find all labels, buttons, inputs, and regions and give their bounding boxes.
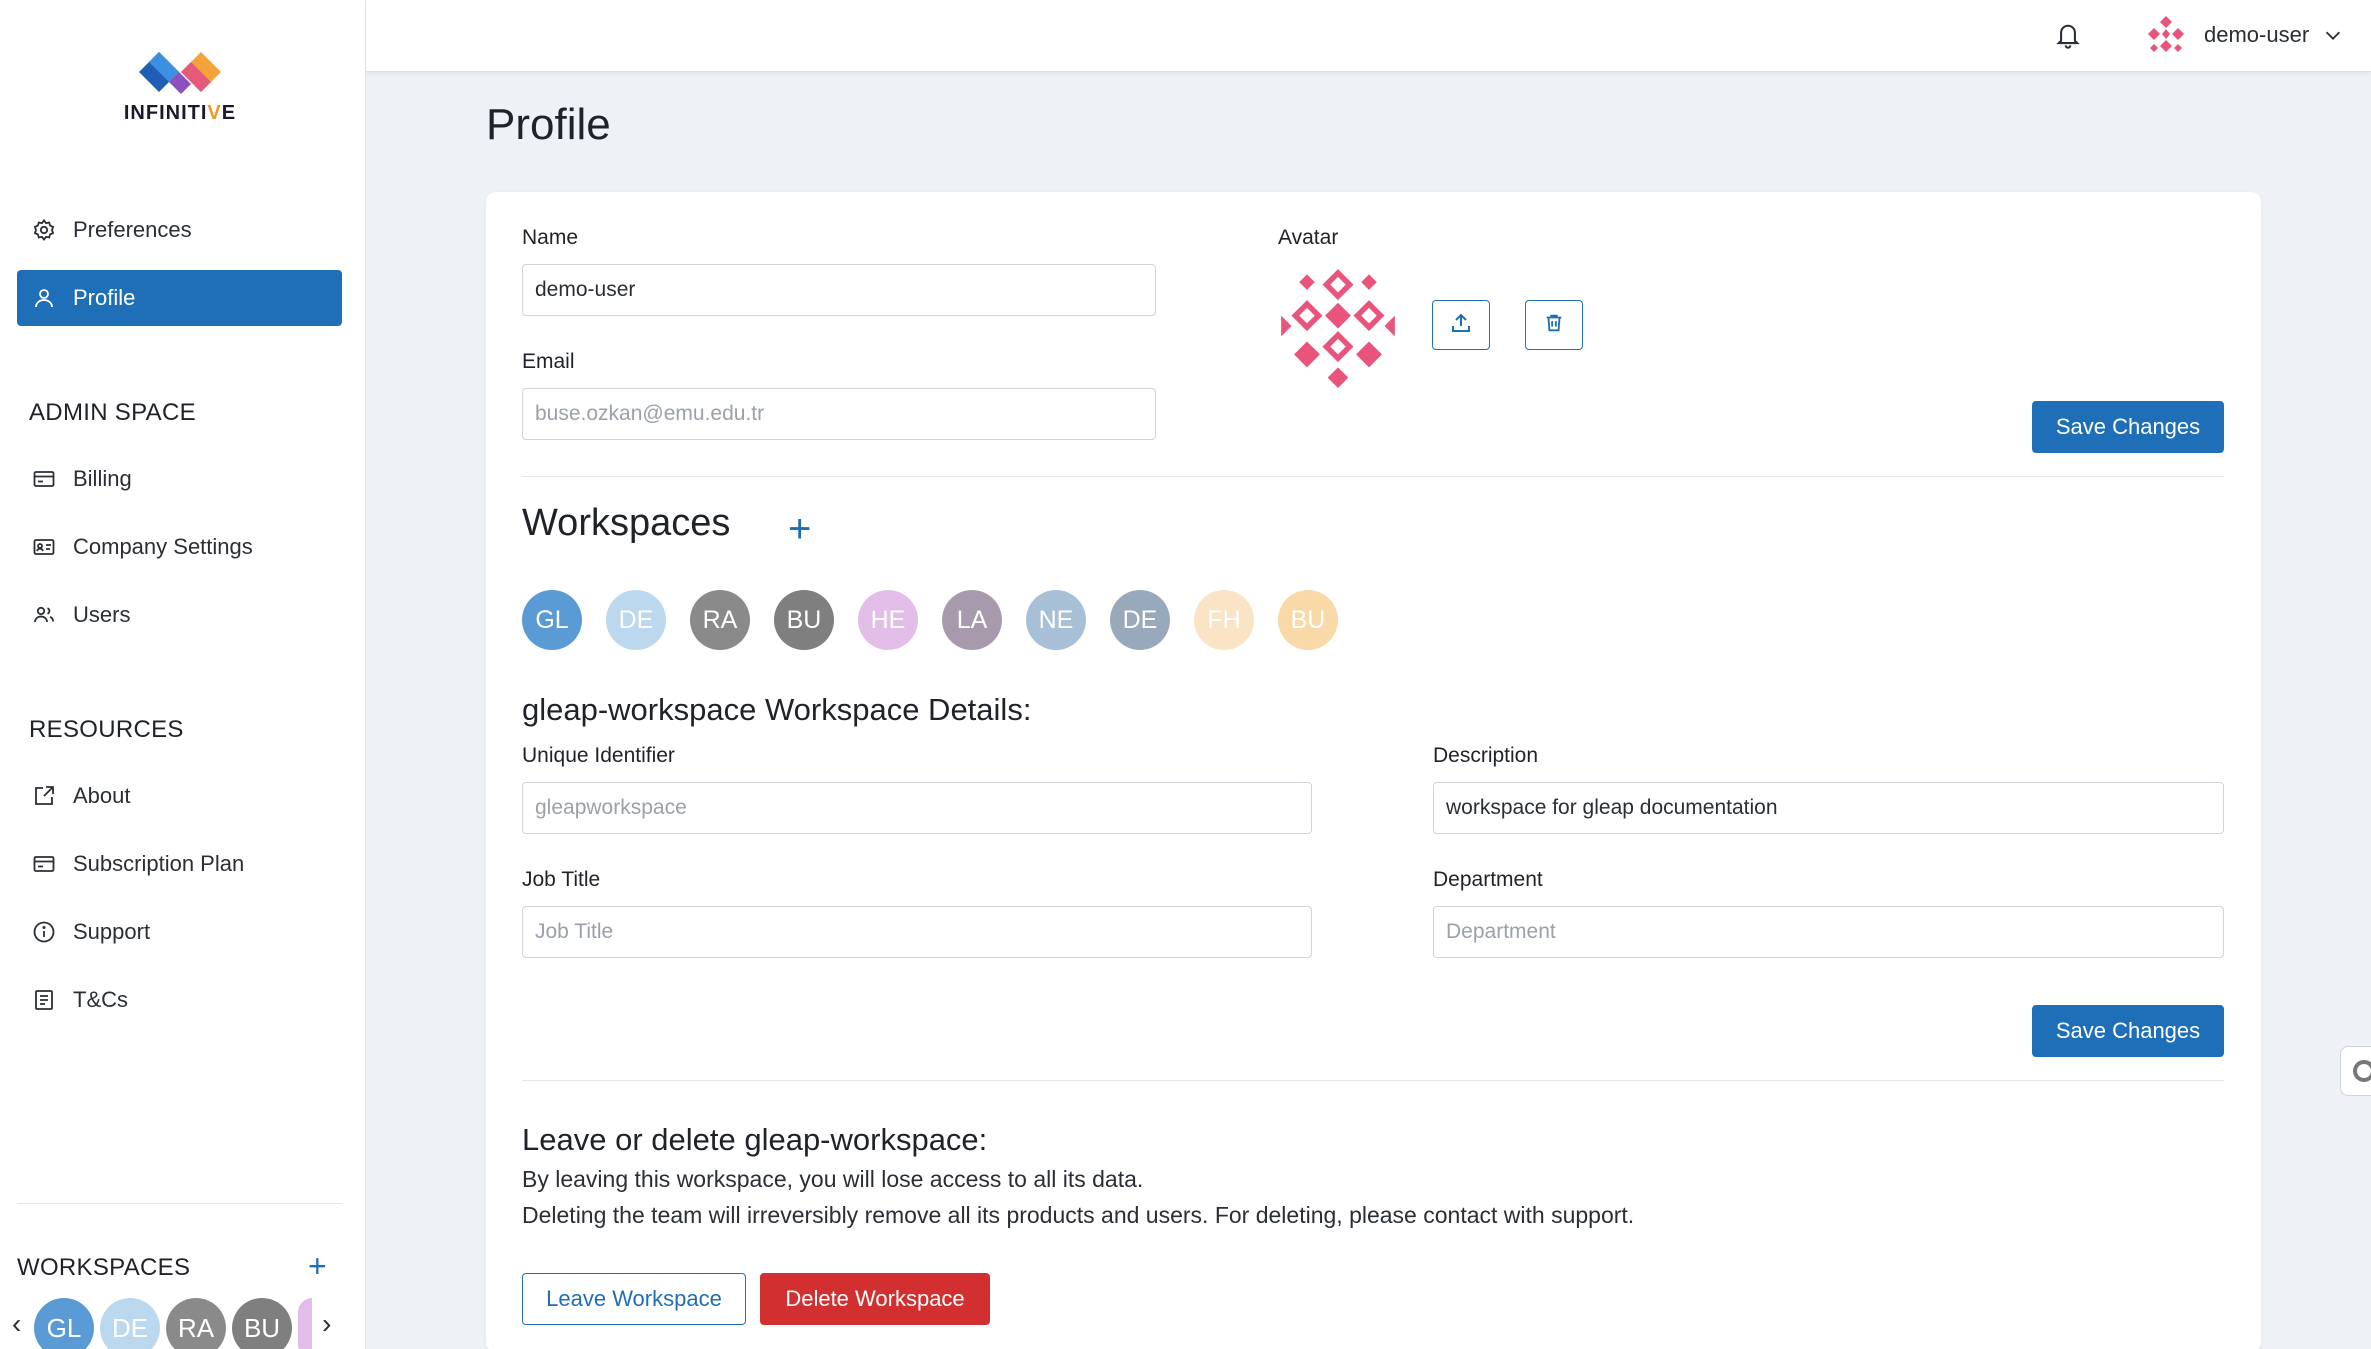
upload-avatar-button[interactable] — [1432, 300, 1490, 350]
sidebar-item-label: Billing — [73, 466, 132, 491]
sidebar-item-company-settings[interactable]: Company Settings — [17, 519, 342, 575]
workspace-avatar-partial[interactable] — [298, 1298, 312, 1349]
department-label: Department — [1433, 868, 1543, 891]
sidebar-item-label: Users — [73, 602, 131, 627]
workspace-avatar[interactable]: GL — [34, 1298, 94, 1349]
workspaces-title: Workspaces — [522, 502, 731, 544]
email-label: Email — [522, 350, 575, 373]
workspace-avatar[interactable]: DE — [606, 590, 666, 650]
section-divider — [522, 476, 2224, 477]
user-avatar[interactable] — [2142, 12, 2190, 60]
workspace-avatar[interactable]: BU — [1278, 590, 1338, 650]
leave-workspace-button[interactable]: Leave Workspace — [522, 1273, 746, 1325]
save-profile-button[interactable]: Save Changes — [2032, 401, 2224, 453]
id-card-icon — [31, 534, 57, 560]
add-workspace-plus-button[interactable]: + — [788, 509, 811, 549]
feedback-icon — [2353, 1060, 2371, 1082]
sidebar-item-label: Subscription Plan — [73, 851, 245, 876]
chevron-right-icon[interactable]: › — [322, 1308, 344, 1340]
section-divider — [522, 1080, 2224, 1081]
bell-icon[interactable] — [2054, 20, 2082, 55]
brand-logo[interactable]: INFINITIVE — [110, 44, 250, 134]
workspace-avatar[interactable]: BU — [774, 590, 834, 650]
sidebar-item-profile[interactable]: Profile — [17, 270, 342, 326]
workspace-avatar[interactable]: HE — [858, 590, 918, 650]
workspace-avatar[interactable]: BU — [232, 1298, 292, 1349]
card-icon — [31, 466, 57, 492]
delete-warning-text: Deleting the team will irreversibly remo… — [522, 1202, 1635, 1228]
user-icon — [31, 285, 57, 311]
name-label: Name — [522, 226, 579, 249]
profile-avatar-image — [1276, 264, 1400, 388]
sidebar-item-label: Profile — [73, 285, 136, 310]
workspaces-heading: WORKSPACES — [17, 1254, 191, 1281]
sidebar-item-label: Preferences — [73, 217, 192, 242]
delete-avatar-button[interactable] — [1525, 300, 1583, 350]
leave-warning-text: By leaving this workspace, you will lose… — [522, 1166, 1144, 1192]
feedback-widget-tab[interactable] — [2340, 1046, 2371, 1096]
info-icon — [31, 919, 57, 945]
sidebar-item-about[interactable]: About — [17, 768, 342, 824]
add-workspace-button[interactable]: + — [308, 1250, 327, 1282]
brand-name: INFINITIVE — [123, 102, 237, 124]
profile-card: Name demo-user Email buse.ozkan@emu.edu.… — [486, 192, 2261, 1349]
job-title-label: Job Title — [522, 868, 601, 891]
leave-delete-title: Leave or delete gleap-workspace: — [522, 1122, 988, 1157]
workspace-avatar-row: GL DE RA BU HE LA NE DE FH BU — [522, 590, 1362, 650]
workspace-avatar[interactable]: NE — [1026, 590, 1086, 650]
resources-heading: RESOURCES — [29, 716, 184, 743]
workspace-avatar[interactable]: DE — [100, 1298, 160, 1349]
job-title-field[interactable]: Job Title — [522, 906, 1312, 958]
sidebar: INFINITIVE Preferences Profile ADMIN SPA… — [0, 0, 366, 1349]
unique-identifier-label: Unique Identifier — [522, 744, 675, 767]
chevron-left-icon[interactable]: ‹ — [12, 1308, 34, 1340]
user-name[interactable]: demo-user — [2204, 22, 2309, 48]
card-icon — [31, 851, 57, 877]
sidebar-item-support[interactable]: Support — [17, 904, 342, 960]
workspace-avatar[interactable]: LA — [942, 590, 1002, 650]
upload-icon — [1449, 311, 1473, 340]
page-title: Profile — [486, 100, 611, 149]
name-field[interactable]: demo-user — [522, 264, 1156, 316]
users-icon — [31, 602, 57, 628]
sidebar-item-subscription-plan[interactable]: Subscription Plan — [17, 836, 342, 892]
unique-identifier-field[interactable]: gleapworkspace — [522, 782, 1312, 834]
workspace-switcher: ‹ GL DE RA BU › — [12, 1298, 344, 1349]
save-workspace-button[interactable]: Save Changes — [2032, 1005, 2224, 1057]
workspace-avatar[interactable]: FH — [1194, 590, 1254, 650]
description-field[interactable]: workspace for gleap documentation — [1433, 782, 2224, 834]
sidebar-divider — [17, 1203, 342, 1204]
document-icon — [31, 987, 57, 1013]
workspace-details-title: gleap-workspace Workspace Details: — [522, 692, 1032, 727]
delete-workspace-button[interactable]: Delete Workspace — [760, 1273, 990, 1325]
avatar-label: Avatar — [1278, 226, 1339, 249]
description-label: Description — [1433, 744, 1539, 767]
sidebar-item-label: T&Cs — [73, 987, 128, 1012]
sidebar-item-preferences[interactable]: Preferences — [17, 202, 342, 258]
gear-icon — [31, 217, 57, 243]
sidebar-item-label: About — [73, 783, 131, 808]
department-field[interactable]: Department — [1433, 906, 2224, 958]
sidebar-item-tcs[interactable]: T&Cs — [17, 972, 342, 1028]
admin-space-heading: ADMIN SPACE — [29, 399, 196, 426]
workspace-avatar[interactable]: GL — [522, 590, 582, 650]
external-link-icon — [31, 783, 57, 809]
sidebar-item-billing[interactable]: Billing — [17, 451, 342, 507]
email-field[interactable]: buse.ozkan@emu.edu.tr — [522, 388, 1156, 440]
workspace-avatar[interactable]: DE — [1110, 590, 1170, 650]
sidebar-item-users[interactable]: Users — [17, 587, 342, 643]
workspace-avatar[interactable]: RA — [690, 590, 750, 650]
workspace-avatar[interactable]: RA — [166, 1298, 226, 1349]
infinitive-logo-mark — [139, 52, 221, 94]
sidebar-item-label: Support — [73, 919, 151, 944]
trash-icon — [1543, 311, 1565, 340]
sidebar-item-label: Company Settings — [73, 534, 253, 559]
chevron-down-icon[interactable] — [2322, 24, 2344, 51]
topbar: demo-user — [366, 0, 2371, 72]
